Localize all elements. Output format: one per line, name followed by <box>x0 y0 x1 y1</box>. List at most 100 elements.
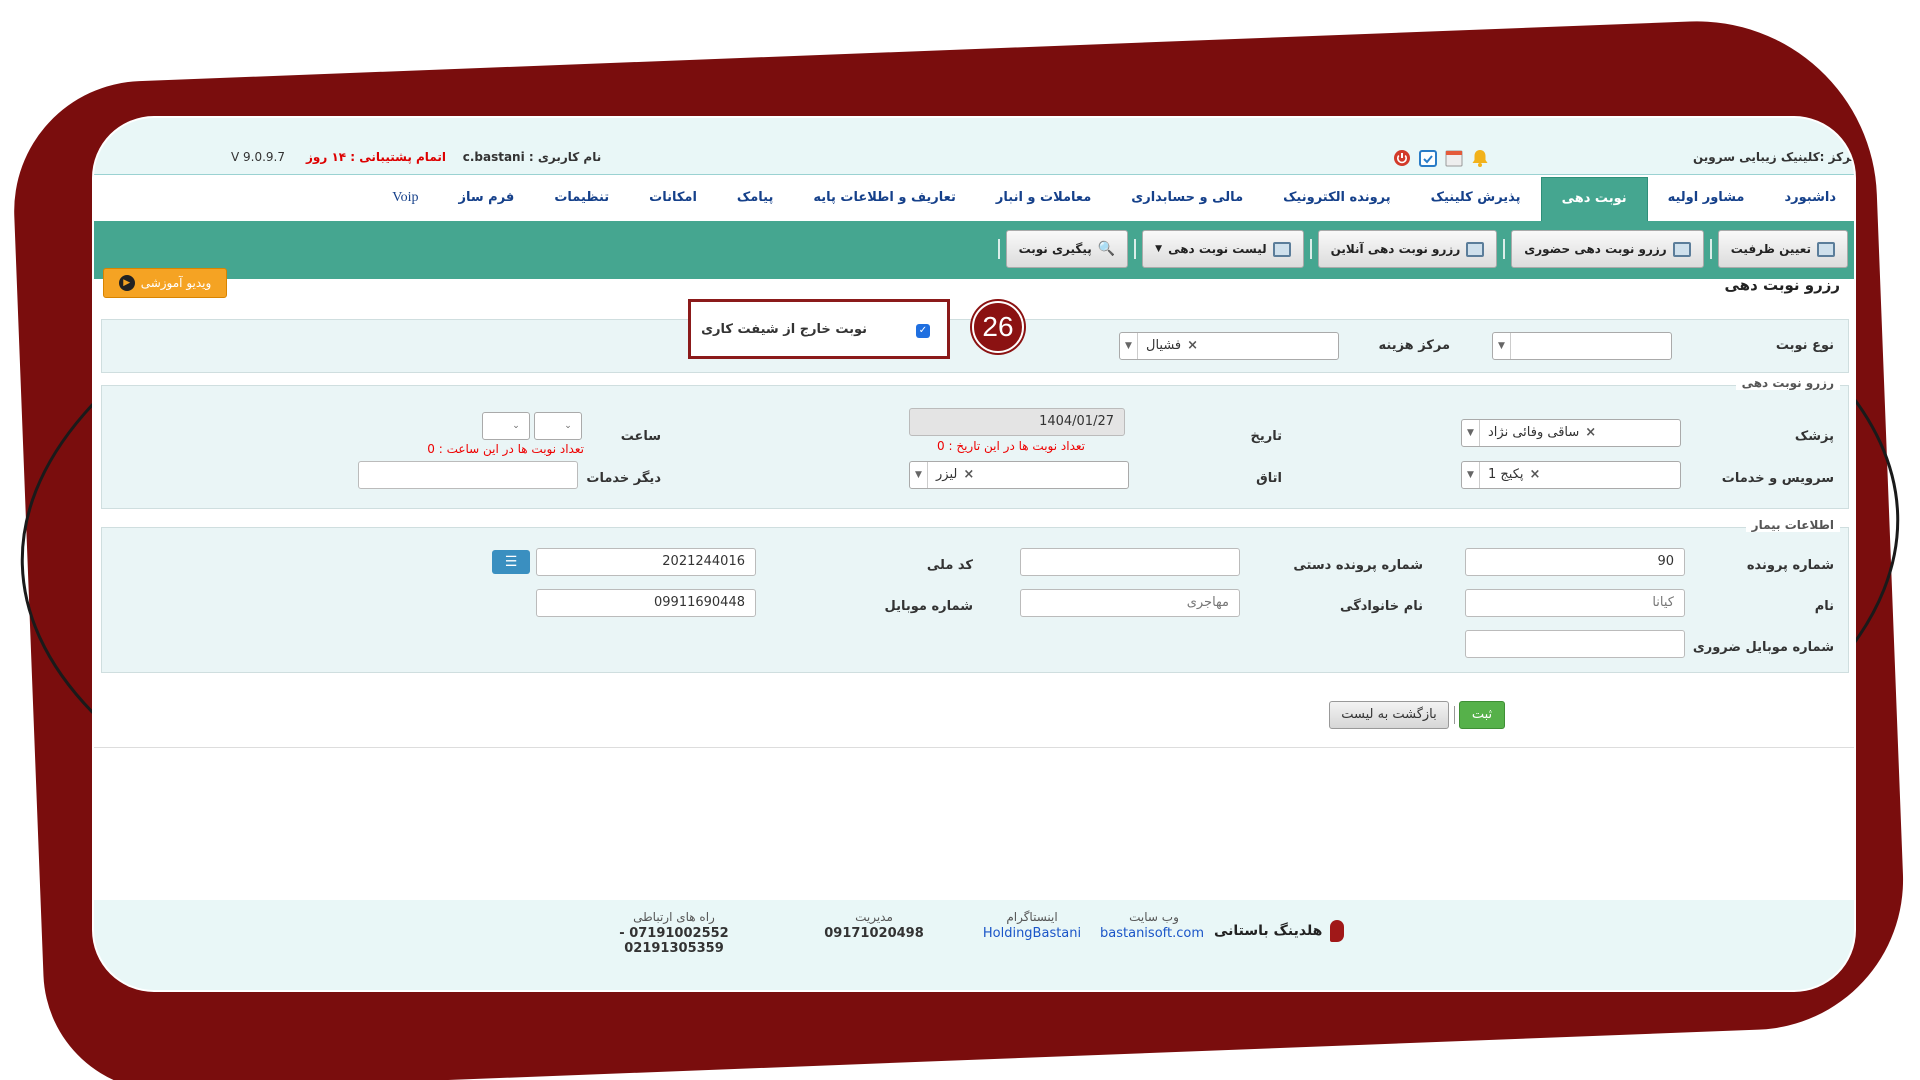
date-input[interactable]: 1404/01/27 <box>909 408 1125 436</box>
divider <box>1134 239 1137 259</box>
divider <box>1709 239 1712 259</box>
hour-select[interactable]: ⌄ <box>534 412 582 440</box>
track-appointment-label: پیگیری نوبت <box>1018 242 1092 256</box>
online-reserve-button[interactable]: رزرو نوبت دهی آنلاین <box>1317 230 1498 268</box>
menu-item-sms[interactable]: پیامک <box>717 175 793 221</box>
other-services-label: دیگر خدمات <box>586 471 661 486</box>
cost-center-label: مرکز هزینه <box>1378 338 1450 353</box>
brand-name: هلدینگ باستانی <box>1214 923 1323 939</box>
capacity-label: تعیین ظرفیت <box>1730 242 1811 256</box>
reservation-legend: رزرو نوبت دهی <box>1735 376 1840 390</box>
first-name-input[interactable]: کیانا <box>1465 589 1685 617</box>
service-select[interactable]: ▼ × پکیج 1 <box>1461 461 1681 489</box>
service-value: پکیج 1 <box>1488 467 1524 482</box>
appointment-type-select[interactable]: ▼ <box>1492 332 1672 360</box>
back-to-list-button[interactable]: بازگشت به لیست <box>1329 701 1449 729</box>
last-name-input[interactable]: مهاجری <box>1020 589 1240 617</box>
last-name-label: نام خانوادگی <box>1340 599 1423 614</box>
menu-item-base-info[interactable]: تعاریف و اطلاعات پایه <box>793 175 976 221</box>
cost-center-select[interactable]: ▼ ×فشیال <box>1119 332 1339 360</box>
file-number-input[interactable]: 90 <box>1465 548 1685 576</box>
app-screen: مرکز :کلینیک زیبایی سروین نام کاربری : c… <box>94 118 1854 990</box>
bell-icon[interactable] <box>1470 148 1490 168</box>
emergency-mobile-input[interactable] <box>1465 630 1685 658</box>
minute-select[interactable]: ⌄ <box>482 412 530 440</box>
center-name: مرکز :کلینیک زیبایی سروین <box>1692 150 1854 164</box>
out-of-shift-checkbox[interactable]: ✓ <box>916 324 930 338</box>
video-tutorial-button[interactable]: ویدیو آموزشی ▶ <box>103 268 227 298</box>
in-person-reserve-button[interactable]: رزرو نوبت دهی حضوری <box>1511 230 1704 268</box>
mobile-label: شماره موبایل <box>884 599 973 614</box>
instagram-link[interactable]: HoldingBastani <box>972 926 1092 941</box>
calendar-icon[interactable] <box>1444 148 1464 168</box>
menu-item-form-builder[interactable]: فرم ساز <box>439 175 535 221</box>
menu-item-inventory[interactable]: معاملات و انبار <box>976 175 1111 221</box>
annotation-badge: 26 <box>972 301 1024 353</box>
menu-item-appointments[interactable]: نوبت دهی <box>1540 177 1648 221</box>
doctor-select[interactable]: ▼ × ساقی وفائی نژاد <box>1461 419 1681 447</box>
divider <box>1309 239 1312 259</box>
save-button[interactable]: ثبت <box>1459 701 1505 729</box>
support-label: اتمام پشتیبانی : <box>350 150 446 164</box>
support-days: ۱۴ روز <box>306 150 347 164</box>
room-value: لیزر <box>936 467 958 482</box>
appointment-list-button[interactable]: لیست نوبت دهی ▼ <box>1142 230 1304 268</box>
contact-phones: 07191002552 - 02191305359 <box>619 926 729 956</box>
management-caption: مدیریت <box>855 910 893 924</box>
divider <box>94 747 1854 748</box>
divider <box>1503 239 1506 259</box>
video-tutorial-label: ویدیو آموزشی <box>140 276 212 290</box>
brand: هلدینگ باستانی <box>1214 920 1345 942</box>
room-select[interactable]: ▼ × لیزر <box>909 461 1129 489</box>
menu-item-electronic-file[interactable]: پرونده الکترونیک <box>1263 175 1411 221</box>
manual-file-number-label: شماره پرونده دستی <box>1293 558 1423 573</box>
chevron-down-icon: ▼ <box>1493 333 1511 359</box>
menu-item-features[interactable]: امکانات <box>629 175 717 221</box>
topbar-icons <box>1392 148 1490 168</box>
menu-item-consultant[interactable]: مشاور اولیه <box>1648 175 1765 221</box>
calendar-check-icon[interactable] <box>1418 148 1438 168</box>
other-services-input[interactable] <box>358 461 578 489</box>
divider <box>997 239 1000 259</box>
out-of-shift-highlight: ✓ نوبت خارج از شیفت کاری <box>688 299 950 359</box>
power-icon[interactable] <box>1392 148 1412 168</box>
capacity-button[interactable]: تعیین ظرفیت <box>1717 230 1848 268</box>
sub-menu: تعیین ظرفیت رزرو نوبت دهی حضوری رزرو نوب… <box>997 230 1848 268</box>
mobile-input[interactable]: 09911690448 <box>536 589 756 617</box>
menu-item-voip[interactable]: Voip <box>372 175 438 221</box>
first-name-label: نام <box>1814 599 1834 614</box>
chevron-down-icon: ▼ <box>1462 420 1480 446</box>
footer-instagram: اینستاگرام HoldingBastani <box>972 910 1092 941</box>
footer-contact: راه های ارتباطی 07191002552 - 0219130535… <box>574 910 774 956</box>
monitor-icon <box>1817 241 1835 257</box>
cost-center-value: ×فشیال <box>1146 338 1199 353</box>
sub-menu-bar: تعیین ظرفیت رزرو نوبت دهی حضوری رزرو نوب… <box>94 221 1854 279</box>
track-appointment-button[interactable]: 🔍 پیگیری نوبت <box>1005 230 1129 268</box>
online-reserve-label: رزرو نوبت دهی آنلاین <box>1330 242 1461 256</box>
clear-icon[interactable]: × <box>1187 338 1198 353</box>
menu-item-dashboard[interactable]: داشبورد <box>1764 175 1854 221</box>
chevron-down-icon: ⌄ <box>512 421 520 431</box>
menu-item-settings[interactable]: تنظیمات <box>534 175 629 221</box>
manual-file-number-input[interactable] <box>1020 548 1240 576</box>
user-info: نام کاربری : c.bastani اتمام پشتیبانی : … <box>306 150 601 164</box>
brand-logo-icon <box>1330 920 1345 942</box>
national-id-input[interactable]: 2021244016 <box>536 548 756 576</box>
menu-item-reception[interactable]: پذیرش کلینیک <box>1411 175 1541 221</box>
instagram-caption: اینستاگرام <box>1006 910 1058 924</box>
clear-icon[interactable]: × <box>963 467 974 482</box>
patient-list-button[interactable]: ☰ <box>492 550 530 574</box>
chevron-down-icon: ⌄ <box>564 421 572 431</box>
national-id-label: کد ملی <box>926 558 973 573</box>
website-caption: وب سایت <box>1129 910 1179 924</box>
divider <box>1454 706 1455 724</box>
website-link[interactable]: bastanisoft.com <box>1100 926 1204 941</box>
clear-icon[interactable]: × <box>1585 425 1596 440</box>
patient-legend: اطلاعات بیمار <box>1745 518 1840 532</box>
footer-management: مدیریت 09171020498 <box>814 910 934 941</box>
clear-icon[interactable]: × <box>1530 467 1541 482</box>
menu-item-accounting[interactable]: مالی و حسابداری <box>1111 175 1263 221</box>
play-icon: ▶ <box>118 275 135 291</box>
monitor-icon <box>1272 241 1291 257</box>
footer-website: وب سایت bastanisoft.com <box>1100 910 1204 941</box>
